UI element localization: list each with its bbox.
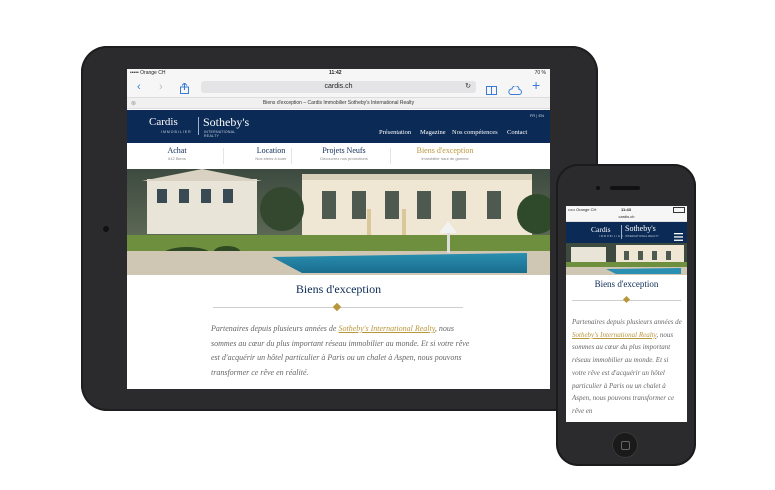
page-heading: Biens d'exception (295, 282, 382, 296)
phone-logo-divider (621, 225, 622, 239)
phone-sothebys-link[interactable]: Sotheby's International Realty (572, 331, 656, 339)
sothebys-logo-subtitle: INTERNATIONAL REALTY (204, 130, 236, 138)
category-menu: Achat 612 Biens Location Nos biens à lou… (127, 143, 550, 170)
menu-achat[interactable]: Achat 612 Biens (137, 146, 217, 166)
phone-address-bar[interactable]: cardis.ch (566, 213, 687, 222)
clock: 11:42 (329, 70, 342, 76)
cardis-logo-subtitle: IMMOBILIER (161, 130, 192, 134)
nav-presentation[interactable]: Présentation (379, 129, 411, 136)
tablet-screen: ••••• Orange CH 11:42 70 % ‹ › cardis.ch… (127, 69, 550, 389)
tab-title-bar[interactable]: ⊗ Biens d'exception – Cardis Immobilier … (127, 98, 550, 109)
menu-projets-neufs[interactable]: Projets Neufs Découvrez nos promotions (295, 146, 393, 166)
share-icon[interactable] (180, 81, 189, 99)
nav-competences[interactable]: Nos compétences (452, 129, 498, 136)
phone-page-heading: Biens d'exception (594, 279, 659, 289)
menu-biens-subtitle: Immobilier haut de gamme (421, 156, 469, 161)
menu-projets-title: Projets Neufs (322, 146, 366, 155)
phone-home-button[interactable] (612, 432, 638, 458)
cardis-logo-text: Cardis (149, 116, 178, 128)
phone-carrier-label: ••••• Orange CH (568, 207, 597, 212)
carrier-label: ••••• Orange CH (130, 70, 166, 76)
phone-camera (596, 186, 600, 190)
phone-diamond-ornament-icon (622, 295, 631, 304)
close-tab-icon[interactable]: ⊗ (131, 99, 136, 109)
sothebys-link[interactable]: Sotheby's International Realty (338, 324, 434, 333)
phone-status-bar: ••••• Orange CH 11:43 (566, 206, 687, 213)
phone-hero-image (566, 243, 687, 275)
menu-biens-title: Biens d'exception (416, 146, 474, 155)
phone-cardis-logo-text: Cardis (591, 225, 611, 234)
menu-biens-exception[interactable]: Biens d'exception Immobilier haut de gam… (395, 146, 495, 166)
phone-sothebys-logo-subtitle: INTERNATIONAL REALTY (625, 235, 659, 238)
back-icon[interactable]: ‹ (137, 80, 141, 94)
reload-icon[interactable]: ↻ (465, 81, 471, 93)
menu-separator (223, 148, 224, 164)
menu-separator (390, 148, 391, 164)
language-switch[interactable]: FR | EN (530, 113, 544, 118)
phone-screen: ••••• Orange CH 11:43 cardis.ch Cardis I… (566, 206, 687, 422)
forward-icon[interactable]: › (159, 80, 163, 94)
site-header: Cardis IMMOBILIER Sotheby's INTERNATIONA… (127, 110, 550, 143)
nav-contact[interactable]: Contact (507, 129, 527, 136)
new-tab-icon[interactable]: + (532, 78, 540, 92)
address-bar[interactable]: cardis.ch ↻ (201, 81, 476, 93)
phone-site-header: Cardis IMMOBILIER Sotheby's INTERNATIONA… (566, 222, 687, 243)
tablet-camera (103, 226, 109, 232)
hero-image (127, 169, 550, 275)
sothebys-logo-text: Sotheby's (203, 115, 250, 129)
phone-intro-paragraph: Partenaires depuis plusieurs années de S… (572, 316, 684, 418)
diamond-ornament-icon (332, 302, 342, 312)
phone-speaker (610, 186, 640, 190)
tablet-status-bar: ••••• Orange CH 11:42 70 % (127, 69, 550, 78)
url-text: cardis.ch (324, 83, 353, 90)
phone-sothebys-logo-text: Sotheby's (625, 224, 656, 233)
phone-clock: 11:43 (621, 207, 632, 212)
menu-projets-subtitle: Découvrez nos promotions (320, 156, 368, 161)
battery-label: 70 % (534, 70, 546, 76)
nav-magazine[interactable]: Magazine (420, 129, 446, 136)
menu-separator (291, 148, 292, 164)
logo-divider (198, 117, 199, 135)
tab-title: Biens d'exception – Cardis Immobilier So… (262, 100, 415, 106)
safari-toolbar: ‹ › cardis.ch ↻ + (127, 78, 550, 98)
phone-intro-text-cont: , nous sommes au cœur du plus important … (572, 330, 675, 415)
intro-paragraph: Partenaires depuis plusieurs années de S… (211, 322, 476, 380)
phone-intro-text: Partenaires depuis plusieurs années de (572, 318, 682, 326)
intro-text: Partenaires depuis plusieurs années de (211, 324, 339, 333)
menu-achat-subtitle: 612 Biens (168, 156, 186, 161)
menu-achat-title: Achat (167, 146, 187, 155)
